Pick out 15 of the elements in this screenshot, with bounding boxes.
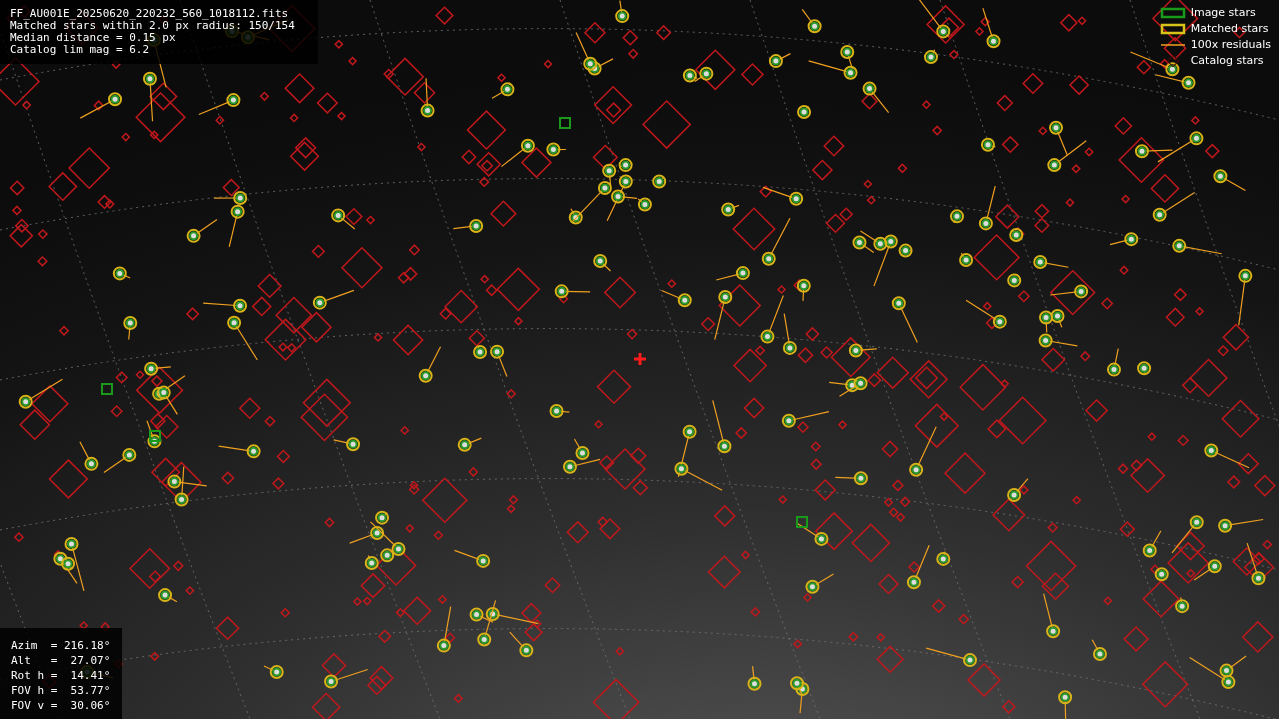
- image-star-swatch-icon: [1159, 7, 1186, 19]
- info-text: Matched stars within 2.0 px radius: 150/154: [10, 20, 296, 32]
- legend-label: Catalog stars: [1190, 54, 1264, 68]
- info-text: Alt = 27.07°: [11, 653, 112, 668]
- info-text: Rot h = 14.41°: [11, 668, 112, 683]
- info-text: Median distance = 0.15 px: [10, 32, 177, 44]
- info-text: Catalog lim mag = 6.2: [10, 44, 151, 56]
- info-text: FOV v = 30.06°: [11, 698, 112, 713]
- matched-star-swatch-icon: [1159, 23, 1186, 35]
- legend-label: Matched stars: [1190, 22, 1269, 36]
- info-text: FF_AU001E_20250620_220232_560_1018112.fits: [10, 8, 290, 20]
- legend-label: Image stars: [1190, 6, 1256, 20]
- info-text: Azim = 216.18°: [11, 638, 112, 653]
- legend-label: 100x residuals: [1190, 38, 1271, 52]
- info-text: FOV h = 53.77°: [11, 683, 112, 698]
